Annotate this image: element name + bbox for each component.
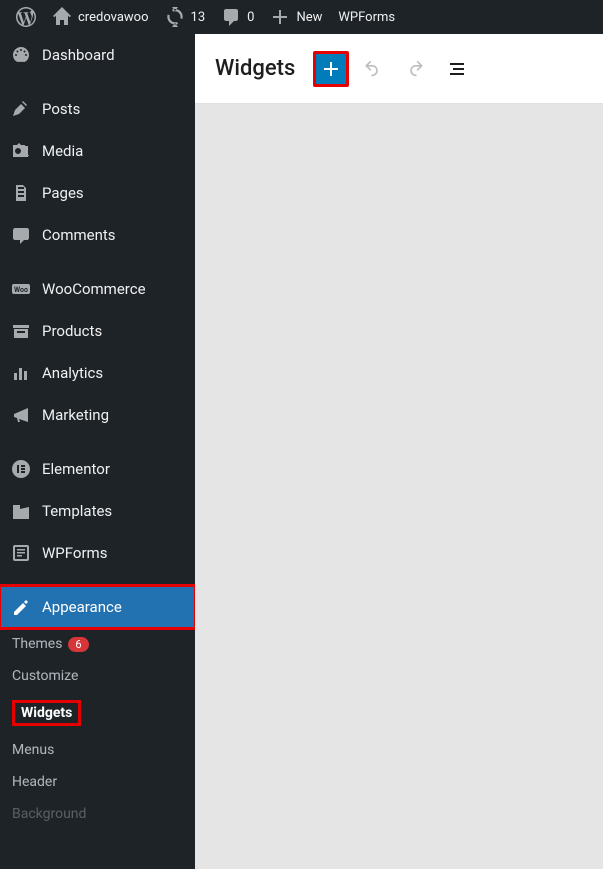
editor-content: Widgets xyxy=(195,34,603,869)
editor-toolbar: Widgets xyxy=(195,34,603,104)
comments-icon xyxy=(10,224,32,246)
sidebar-item-label: Media xyxy=(42,142,83,160)
sidebar-item-comments[interactable]: Comments xyxy=(0,214,195,256)
updates-count: 13 xyxy=(191,10,206,25)
woo-icon: Woo xyxy=(10,278,32,300)
plus-icon xyxy=(319,57,343,81)
submenu-widgets[interactable]: Widgets xyxy=(0,692,93,734)
sidebar-item-marketing[interactable]: Marketing xyxy=(0,394,195,436)
comment-icon xyxy=(221,7,241,27)
wp-logo[interactable] xyxy=(8,0,44,34)
sidebar-item-templates[interactable]: Templates xyxy=(0,490,195,532)
sidebar-item-label: Marketing xyxy=(42,406,109,424)
appearance-icon xyxy=(10,596,32,618)
submenu-background[interactable]: Background xyxy=(0,798,195,830)
analytics-icon xyxy=(10,362,32,384)
sidebar-item-elementor[interactable]: Elementor xyxy=(0,448,195,490)
submenu-label: Customize xyxy=(12,668,78,684)
updates-link[interactable]: 13 xyxy=(157,0,214,34)
sidebar-item-label: Elementor xyxy=(42,460,110,478)
sidebar-item-pages[interactable]: Pages xyxy=(0,172,195,214)
sidebar-item-analytics[interactable]: Analytics xyxy=(0,352,195,394)
marketing-icon xyxy=(10,404,32,426)
admin-bar: credovawoo 13 0 New WPForms xyxy=(0,0,603,34)
site-name-label: credovawoo xyxy=(78,10,149,25)
sidebar-item-label: Posts xyxy=(42,100,80,118)
undo-icon xyxy=(361,57,385,81)
submenu-label: Header xyxy=(12,774,57,790)
sidebar-item-label: Appearance xyxy=(42,598,122,616)
submenu-header[interactable]: Header xyxy=(0,766,195,798)
sidebar-item-label: WPForms xyxy=(42,544,107,562)
sidebar-item-wpforms[interactable]: WPForms xyxy=(0,532,195,574)
sidebar-item-label: WooCommerce xyxy=(42,280,146,298)
submenu-customize[interactable]: Customize xyxy=(0,660,195,692)
editor-canvas[interactable] xyxy=(195,104,603,869)
redo-button[interactable] xyxy=(397,51,433,87)
sidebar-item-label: Analytics xyxy=(42,364,103,382)
plus-icon xyxy=(270,7,290,27)
products-icon xyxy=(10,320,32,342)
sidebar-item-products[interactable]: Products xyxy=(0,310,195,352)
sidebar-item-appearance[interactable]: Appearance xyxy=(0,586,195,628)
svg-text:Woo: Woo xyxy=(14,286,28,294)
submenu-menus[interactable]: Menus xyxy=(0,734,195,766)
sidebar-item-label: Comments xyxy=(42,226,116,244)
sidebar-item-label: Pages xyxy=(42,184,84,202)
page-title: Widgets xyxy=(215,56,295,81)
submenu-label: Widgets xyxy=(12,700,81,726)
admin-sidebar: Dashboard Posts Media Pages Comments Woo… xyxy=(0,34,195,869)
sidebar-item-label: Products xyxy=(42,322,102,340)
new-label: New xyxy=(296,10,322,25)
add-block-button[interactable] xyxy=(313,51,349,87)
pages-icon xyxy=(10,182,32,204)
sidebar-item-woocommerce[interactable]: Woo WooCommerce xyxy=(0,268,195,310)
comments-link[interactable]: 0 xyxy=(213,0,262,34)
templates-icon xyxy=(10,500,32,522)
document-outline-button[interactable] xyxy=(439,51,475,87)
new-content-link[interactable]: New xyxy=(262,0,330,34)
home-icon xyxy=(52,7,72,27)
sidebar-item-posts[interactable]: Posts xyxy=(0,88,195,130)
comments-count: 0 xyxy=(247,10,254,25)
sidebar-item-label: Dashboard xyxy=(42,46,115,64)
wpforms-adminbar-label: WPForms xyxy=(338,10,395,25)
wordpress-icon xyxy=(16,7,36,27)
themes-update-badge: 6 xyxy=(68,637,88,652)
dashboard-icon xyxy=(10,44,32,66)
list-icon xyxy=(445,57,469,81)
submenu-label: Background xyxy=(12,806,86,822)
sidebar-item-label: Templates xyxy=(42,502,112,520)
undo-button[interactable] xyxy=(355,51,391,87)
elementor-icon xyxy=(10,458,32,480)
sidebar-item-media[interactable]: Media xyxy=(0,130,195,172)
submenu-label: Menus xyxy=(12,742,54,758)
submenu-themes[interactable]: Themes 6 xyxy=(0,628,195,660)
update-icon xyxy=(165,7,185,27)
sidebar-item-dashboard[interactable]: Dashboard xyxy=(0,34,195,76)
media-icon xyxy=(10,140,32,162)
appearance-submenu: Themes 6 Customize Widgets Menus Header … xyxy=(0,628,195,830)
site-name-link[interactable]: credovawoo xyxy=(44,0,157,34)
wpforms-icon xyxy=(10,542,32,564)
submenu-label: Themes xyxy=(12,636,62,652)
pin-icon xyxy=(10,98,32,120)
wpforms-adminbar-link[interactable]: WPForms xyxy=(330,0,403,34)
redo-icon xyxy=(403,57,427,81)
